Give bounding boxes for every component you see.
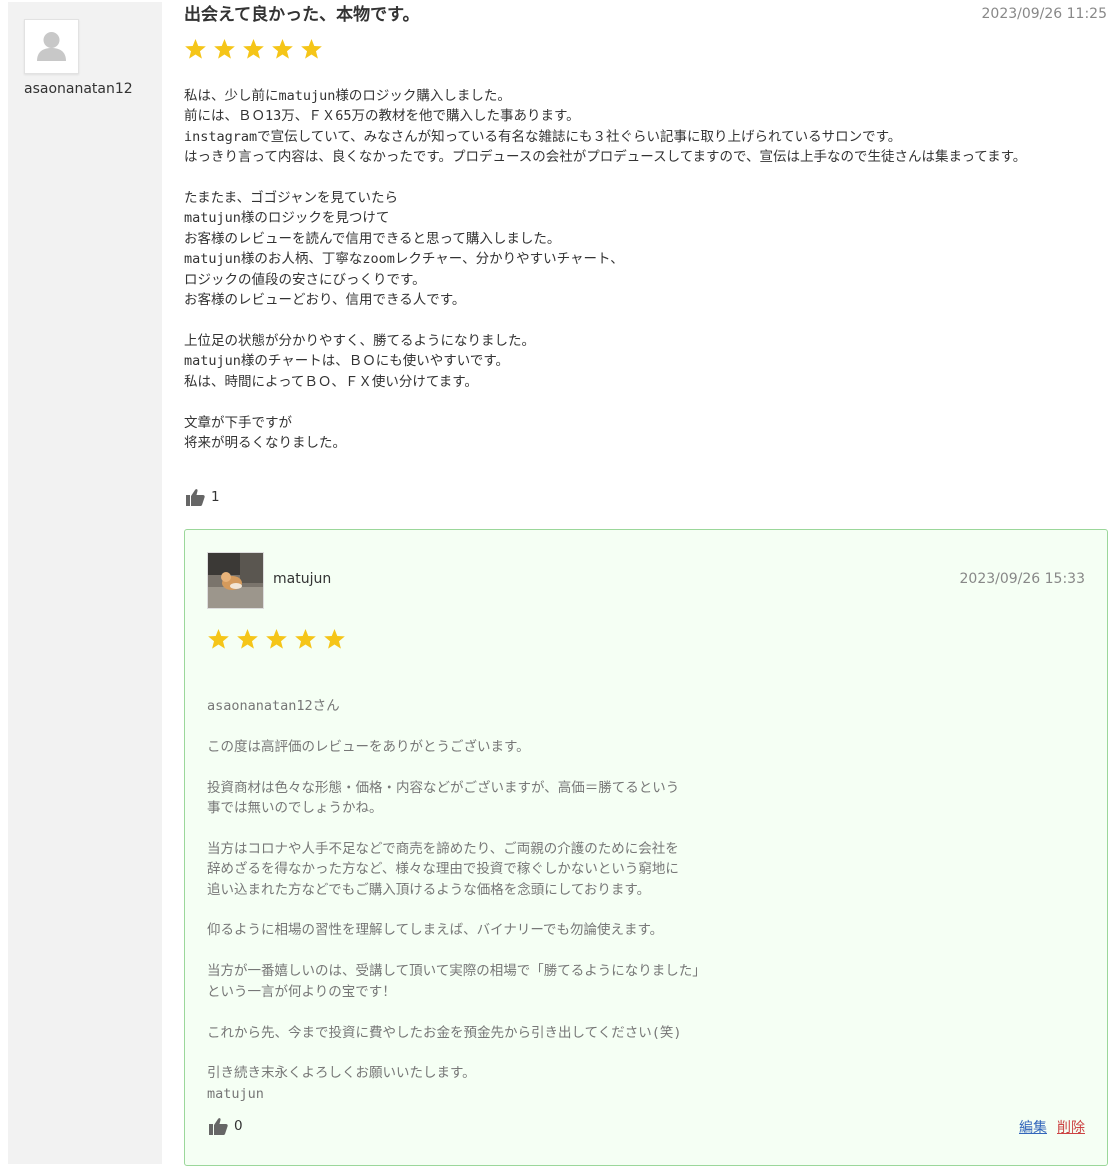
thumbs-up-icon: [209, 1118, 228, 1135]
reply-rating: [207, 628, 346, 650]
reviewer-name[interactable]: asaonanatan12: [24, 79, 154, 100]
star-icon: [213, 38, 236, 60]
star-icon: [184, 38, 207, 60]
review-like-count: 1: [211, 489, 220, 505]
reply-body: asaonanatan12さん この度は高評価のレビューをありがとうございます。…: [207, 698, 706, 1102]
review-like-button[interactable]: 1: [186, 488, 220, 506]
star-icon: [294, 628, 317, 650]
star-icon: [242, 38, 265, 60]
review-title: 出会えて良かった、本物です。: [184, 5, 420, 25]
seller-avatar[interactable]: [207, 552, 264, 609]
review-body: 私は、少し前にmatujun様のロジック購入しました。 前には、ＢＯ13万、ＦＸ…: [184, 88, 1027, 451]
edit-link[interactable]: 編集: [1019, 1117, 1047, 1137]
review-date: 2023/09/26 11:25: [981, 6, 1108, 22]
cat-photo-icon: [208, 553, 263, 608]
reply-like-button[interactable]: 0: [209, 1117, 243, 1135]
seller-name[interactable]: matujun: [273, 571, 331, 587]
seller-reply: matujun 2023/09/26 15:33 asaonanatan12さん…: [184, 529, 1108, 1166]
review-rating: [184, 38, 323, 60]
reply-like-count: 0: [234, 1118, 243, 1134]
star-icon: [271, 38, 294, 60]
default-user-icon: [25, 20, 78, 73]
reply-actions: 編集 削除: [1019, 1117, 1085, 1137]
reply-date: 2023/09/26 15:33: [959, 571, 1086, 587]
star-icon: [265, 628, 288, 650]
thumbs-up-icon: [186, 489, 205, 506]
star-icon: [236, 628, 259, 650]
star-icon: [323, 628, 346, 650]
star-icon: [300, 38, 323, 60]
reviewer-sidebar: asaonanatan12: [8, 2, 162, 1164]
delete-link[interactable]: 削除: [1057, 1117, 1085, 1137]
reviewer-avatar[interactable]: [24, 19, 79, 74]
star-icon: [207, 628, 230, 650]
